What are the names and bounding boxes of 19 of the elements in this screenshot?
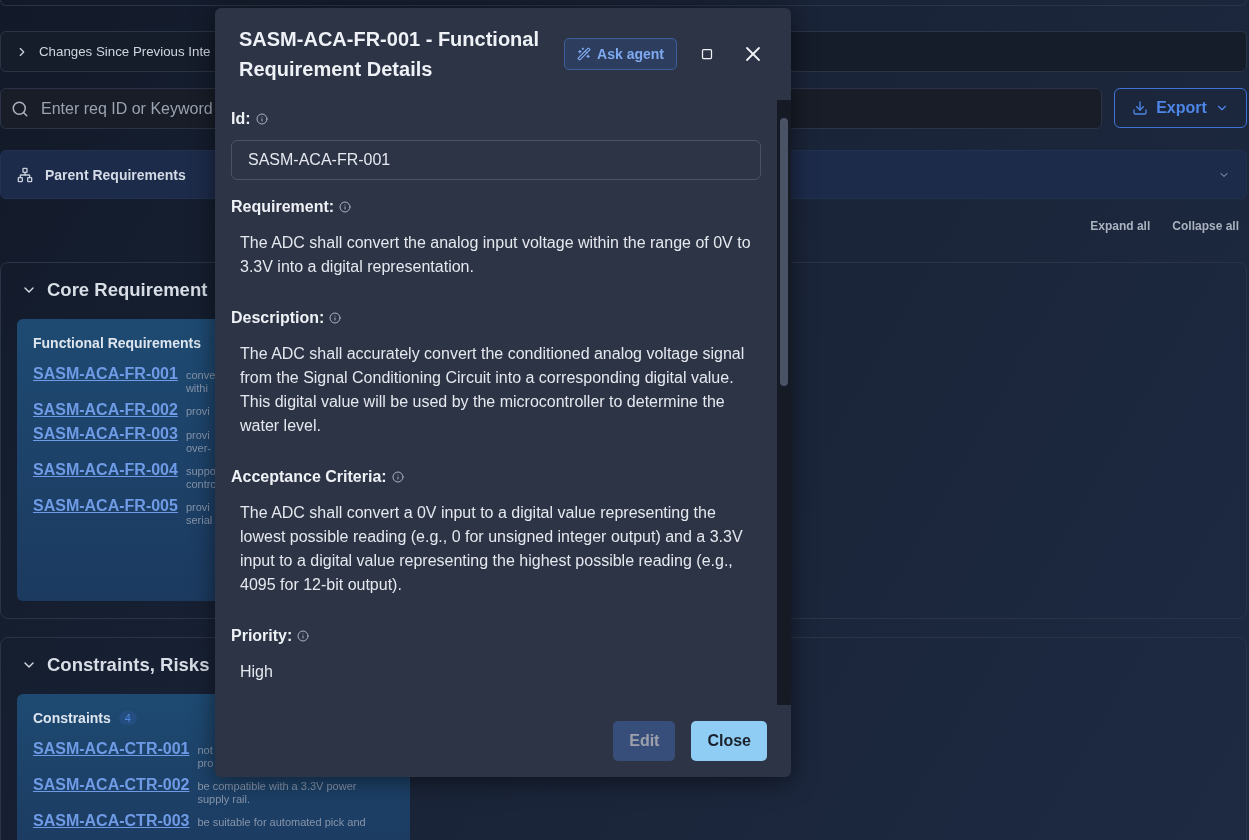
- requirement-summary: provi: [185, 404, 210, 418]
- count-badge: 4: [118, 711, 137, 725]
- requirement-summary: provi serial: [185, 500, 213, 527]
- field-value: High: [239, 662, 274, 682]
- field-label: Acceptance Criteria:: [231, 468, 387, 486]
- field-value: The ADC shall accurately convert the conditioned analog voltage signal from the Signal Conditioning Circuit into a corresponding digital value. This digital value will be used by the microcontroller to determine the water level.: [239, 344, 746, 436]
- field-label: Description:: [231, 309, 325, 327]
- requirement-summary: not pro: [197, 743, 214, 770]
- requirement-summary: be suitable for automated pick and: [197, 815, 366, 829]
- requirement-summary: be compatible with a 3.3V power supply rail.: [197, 779, 357, 806]
- requirement-summary: conve withi: [185, 368, 216, 395]
- group-title: Functional Requirements: [33, 335, 202, 351]
- field-label: Requirement:: [231, 198, 335, 216]
- field-value: The ADC shall convert a 0V input to a digital value representing the lowest possible reading (e.g., 0 for unsigned integer output) and a 3.3V input to a digital value representing the highest possible reading (e.g., 4095 for 12-bit output).: [239, 503, 744, 595]
- group-title: Constraints: [33, 710, 111, 726]
- field-label: Id:: [231, 110, 251, 128]
- requirement-summary: provi over-: [185, 428, 211, 455]
- field-label: Priority:: [231, 627, 293, 645]
- field-value: The ADC shall convert the analog input voltage within the range of 0V to 3.3V into a digital representation.: [239, 233, 752, 277]
